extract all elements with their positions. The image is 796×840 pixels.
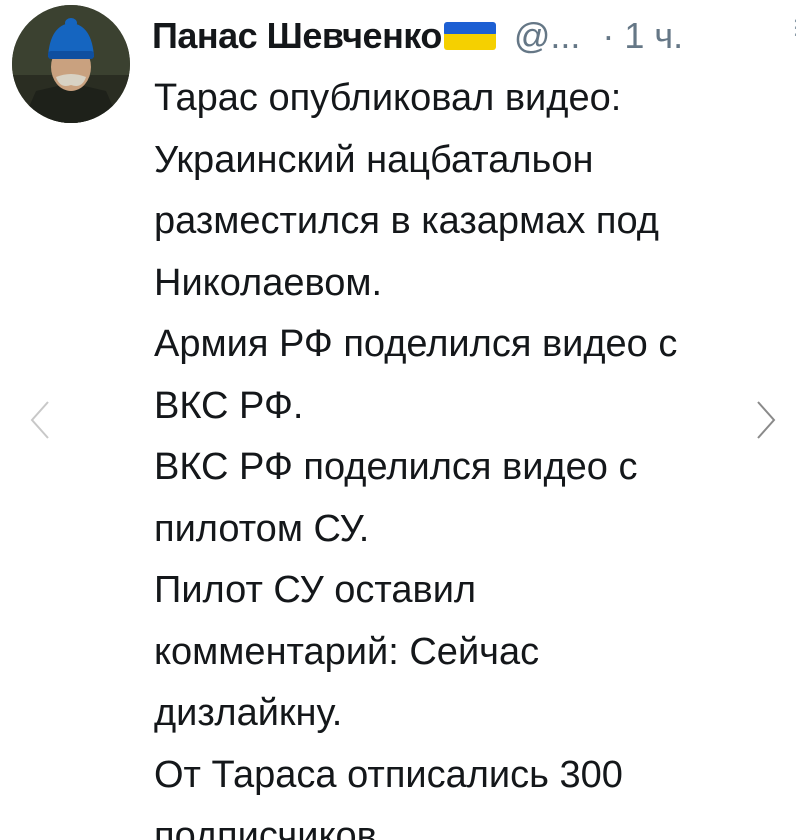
tweet-text-line: пилотом СУ. <box>154 507 370 550</box>
display-name[interactable]: Панас Шевченко <box>152 10 442 62</box>
chevron-left-icon[interactable] <box>28 398 52 442</box>
avatar-portrait-icon <box>12 5 130 123</box>
timestamp[interactable]: · 1 ч. <box>602 10 683 62</box>
more-dots-icon[interactable]: ⋮ <box>786 18 796 38</box>
tweet-header: Панас Шевченко @... · 1 ч. <box>152 10 683 62</box>
tweet-text-line: комментарий: Сейчас <box>154 630 540 673</box>
tweet-text-line: ВКС РФ поделился видео с <box>154 446 638 488</box>
tweet-text-line: Николаевом. <box>154 261 383 304</box>
tweet-text-line: От Тараса отписались 300 <box>154 753 623 796</box>
ukraine-flag-icon <box>443 22 496 50</box>
tweet-text-line: Украинский нацбатальон <box>154 138 594 181</box>
tweet-text-line: ВКС РФ. <box>154 384 304 427</box>
tweet-text-line: Пилот СУ оставил <box>154 569 477 611</box>
avatar[interactable] <box>12 5 130 123</box>
tweet-text-line: Армия РФ поделился видео с <box>154 323 678 365</box>
user-handle[interactable]: @... <box>514 10 581 62</box>
tweet-text-line: Тарас опубликовал видео: <box>154 77 622 119</box>
tweet-card: Панас Шевченко @... · 1 ч. ⋮ Тарас опубл… <box>0 0 796 840</box>
tweet-text: Тарас опубликовал видео: Украинский нацб… <box>154 68 784 840</box>
tweet-text-line: разместился в казармах под <box>154 200 659 242</box>
tweet-text-line: подписчиков. <box>154 815 388 840</box>
tweet-text-line: дизлайкну. <box>154 692 343 734</box>
chevron-right-icon[interactable] <box>754 398 778 442</box>
